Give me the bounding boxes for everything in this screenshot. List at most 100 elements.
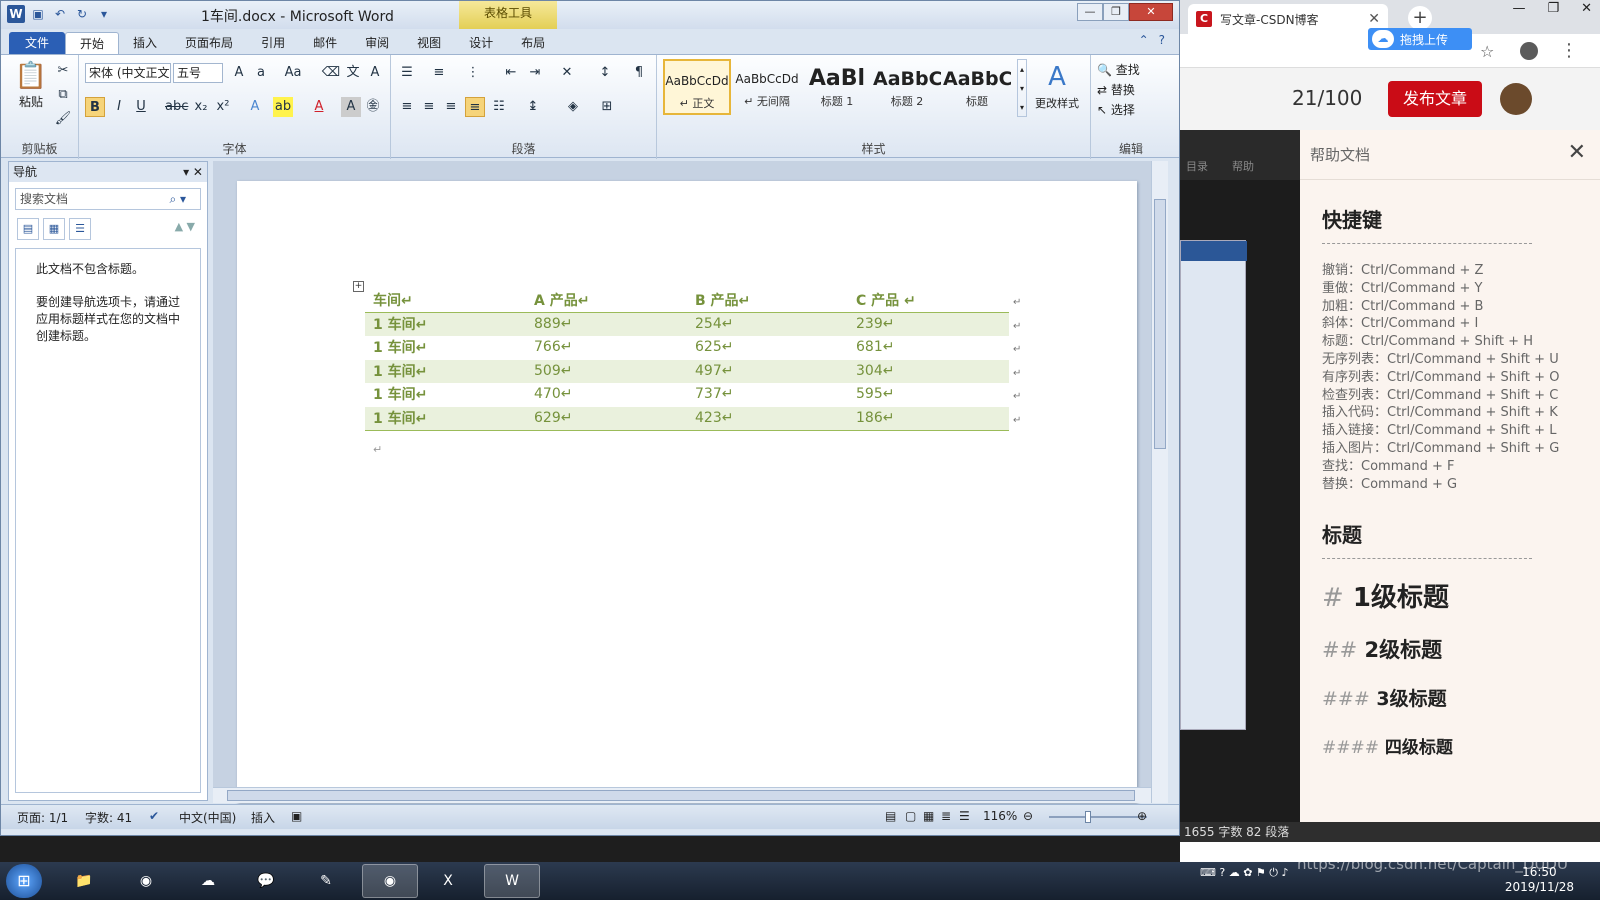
table-cell[interactable]: 889↵ [526, 316, 687, 332]
tab-view[interactable]: 视图 [403, 32, 455, 54]
explorer-icon[interactable]: 📁 [56, 864, 112, 898]
table-cell[interactable]: 470↵ [526, 386, 687, 402]
table-header-cell[interactable]: A 产品↵ [526, 290, 687, 310]
restore-icon[interactable]: ❐ [1547, 0, 1559, 18]
table-cell[interactable]: 625↵ [687, 339, 848, 355]
pages-view-icon[interactable]: ▦ [43, 218, 65, 240]
close-icon[interactable]: ▾ ✕ [183, 162, 203, 182]
outline-icon[interactable]: ≣ [941, 809, 951, 823]
redo-icon[interactable]: ↻ [73, 5, 91, 23]
numbering-icon[interactable]: ≡ [429, 63, 449, 83]
table-cell[interactable]: 186↵ [848, 410, 1009, 426]
styles-scroll[interactable]: ▴ ▾ ▾ [1017, 59, 1027, 117]
zoom-in-icon[interactable]: ⊕ [1137, 809, 1147, 823]
table-header-cell[interactable]: C 产品 ↵ [848, 290, 1009, 310]
paste-button[interactable]: 📋 粘贴 [11, 59, 51, 110]
zoom-level[interactable]: 116% [983, 809, 1017, 823]
table-cell[interactable]: 239↵ [848, 316, 1009, 332]
tab-insert[interactable]: 插入 [119, 32, 171, 54]
clear-format-icon[interactable]: ⌫ [321, 63, 341, 83]
minimize-icon[interactable]: — [1512, 0, 1525, 18]
bullets-icon[interactable]: ☰ [397, 63, 417, 83]
format-painter-icon[interactable]: 🖌 [53, 109, 73, 129]
table-cell[interactable]: 1 车间↵ [365, 384, 526, 404]
print-layout-icon[interactable]: ▤ [885, 809, 896, 823]
table-cell[interactable]: 681↵ [848, 339, 1009, 355]
table-cell[interactable]: 304↵ [848, 363, 1009, 379]
close-tab-icon[interactable]: ✕ [1368, 11, 1380, 27]
tab-file[interactable]: 文件 [9, 32, 66, 54]
horizontal-scroll-thumb[interactable] [227, 790, 1135, 801]
table-header-cell[interactable]: 车间↵ [365, 290, 526, 310]
show-marks-icon[interactable]: ¶ [629, 63, 649, 83]
undo-icon[interactable]: ↶ [51, 5, 69, 23]
decrease-indent-icon[interactable]: ⇤ [501, 63, 521, 83]
close-icon[interactable]: ✕ [1129, 3, 1173, 21]
text-effects-icon[interactable]: A [245, 97, 265, 117]
line-spacing-icon[interactable]: ↨ [523, 97, 543, 117]
tab-review[interactable]: 审阅 [351, 32, 403, 54]
borders-icon[interactable]: ⊞ [597, 97, 617, 117]
char-shading-icon[interactable]: A [341, 97, 361, 117]
headings-view-icon[interactable]: ▤ [17, 218, 39, 240]
highlight-icon[interactable]: ab [273, 97, 293, 117]
shading-icon[interactable]: ◈ [563, 97, 583, 117]
chrome-icon[interactable]: ◉ [118, 864, 174, 898]
table-cell[interactable]: 1 车间↵ [365, 337, 526, 357]
vertical-scrollbar[interactable] [1151, 161, 1168, 803]
underline-icon[interactable]: U [131, 97, 151, 117]
tab-design[interactable]: 设计 [455, 32, 507, 54]
horizontal-scrollbar[interactable] [213, 787, 1151, 803]
replace-button[interactable]: ⇄ 替换 [1097, 81, 1135, 98]
document-page[interactable]: + 车间↵ A 产品↵ B 产品↵ C 产品 ↵ 1 车间↵ 889↵ 254↵… [237, 181, 1137, 803]
shrink-font-icon[interactable]: a [251, 63, 271, 83]
table-header-cell[interactable]: B 产品↵ [687, 290, 848, 310]
table-cell[interactable]: 254↵ [687, 316, 848, 332]
superscript-icon[interactable]: x² [213, 97, 233, 117]
nav-arrows-icon[interactable]: ▲ ▼ [175, 220, 195, 233]
macro-icon[interactable]: ▣ [291, 809, 302, 823]
chinese-layout-icon[interactable]: ✕ [557, 63, 577, 83]
publish-button[interactable]: 发布文章 [1388, 81, 1482, 117]
align-center-icon[interactable]: ≡ [419, 97, 439, 117]
distributed-icon[interactable]: ☷ [489, 97, 509, 117]
bookmark-star-icon[interactable]: ☆ [1480, 42, 1494, 61]
word-app-icon[interactable]: W [7, 5, 25, 23]
phonetic-icon[interactable]: 文 [343, 63, 363, 83]
new-tab-button[interactable]: + [1408, 6, 1432, 30]
language-indicator[interactable]: 中文(中国) [179, 809, 236, 826]
bold-icon[interactable]: B [85, 97, 105, 117]
zoom-slider[interactable] [1049, 816, 1147, 818]
tab-references[interactable]: 引用 [247, 32, 299, 54]
search-document-input[interactable]: 搜索文档 ⌕ ▾ [15, 188, 201, 210]
customize-qat-icon[interactable]: ▾ [95, 5, 113, 23]
increase-indent-icon[interactable]: ⇥ [525, 63, 545, 83]
tab-mailings[interactable]: 邮件 [299, 32, 351, 54]
table-cell[interactable]: 497↵ [687, 363, 848, 379]
help-icon[interactable]: ? [1159, 33, 1165, 47]
select-button[interactable]: ↖ 选择 [1097, 101, 1135, 118]
style-title[interactable]: AaBbC 标题 [943, 59, 1011, 115]
toc-button-label[interactable]: 目录 [1186, 158, 1208, 174]
cut-icon[interactable]: ✂ [53, 61, 73, 81]
table-cell[interactable]: 766↵ [526, 339, 687, 355]
minimize-icon[interactable]: — [1077, 3, 1103, 21]
style-heading-1[interactable]: AaBl 标题 1 [803, 59, 871, 115]
excel-icon[interactable]: X [420, 864, 476, 898]
style-normal[interactable]: AaBbCcDd ↵ 正文 [663, 59, 731, 115]
collapse-ribbon-icon[interactable]: ⌃ [1139, 33, 1149, 47]
justify-icon[interactable]: ≡ [465, 97, 485, 117]
align-right-icon[interactable]: ≡ [441, 97, 461, 117]
copy-icon[interactable]: ⧉ [53, 85, 73, 105]
search-icon[interactable]: ⌕ ▾ [169, 189, 186, 209]
page-indicator[interactable]: 页面: 1/1 [17, 809, 68, 826]
table-cell[interactable]: 423↵ [687, 410, 848, 426]
zoom-out-icon[interactable]: ⊖ [1023, 809, 1033, 823]
change-case-icon[interactable]: Aa [283, 63, 303, 83]
tab-page-layout[interactable]: 页面布局 [171, 32, 247, 54]
font-name-select[interactable]: 宋体 (中文正文) [85, 63, 171, 83]
table-cell[interactable]: 629↵ [526, 410, 687, 426]
style-heading-2[interactable]: AaBbC 标题 2 [873, 59, 941, 115]
table-cell[interactable]: 1 车间↵ [365, 314, 526, 334]
results-view-icon[interactable]: ☰ [69, 218, 91, 240]
